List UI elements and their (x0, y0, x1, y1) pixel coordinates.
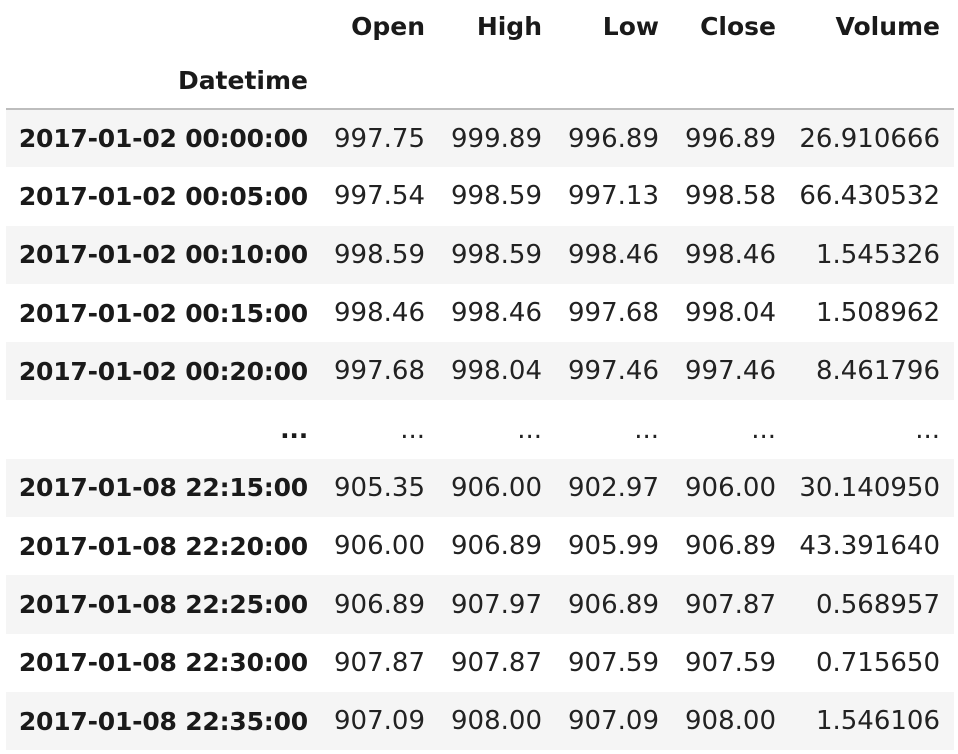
cell-volume: 30.140950 (799, 472, 940, 503)
cell-volume: 43.391640 (799, 531, 940, 562)
cell-volume: 1.546106 (815, 706, 940, 737)
index-name-header: Datetime (6, 52, 322, 110)
cell-low: 997.13 (568, 181, 659, 212)
column-header-low: Low (602, 11, 659, 41)
cell-volume: 26.910666 (799, 123, 940, 154)
cell-close: 906.00 (685, 472, 776, 503)
cell-low: 907.09 (568, 706, 659, 737)
cell-high: 907.87 (451, 647, 542, 678)
cell-open: 998.59 (334, 239, 425, 270)
row-index-datetime: 2017-01-02 00:05:00 (18, 181, 308, 211)
cell-close: 908.00 (685, 706, 776, 737)
cell-close: 998.58 (685, 181, 776, 212)
index-name-filler (790, 52, 954, 110)
cell-high: 998.04 (451, 356, 542, 387)
row-index-datetime: 2017-01-08 22:35:00 (18, 706, 308, 736)
cell-volume: 66.430532 (799, 181, 940, 212)
cell-high: 906.89 (451, 531, 542, 562)
cell-low: 998.46 (568, 239, 659, 270)
cell-close: 996.89 (685, 123, 776, 154)
row-index-ellipsis: ... (280, 415, 308, 445)
cell-volume: 1.545326 (815, 239, 940, 270)
table-row: 2017-01-08 22:30:00 907.87 907.87 907.59… (6, 633, 954, 692)
table-row: 2017-01-02 00:00:00 997.75 999.89 996.89… (6, 109, 954, 168)
row-index-datetime: 2017-01-02 00:20:00 (18, 356, 308, 386)
row-index-datetime: 2017-01-08 22:30:00 (18, 648, 308, 678)
cell-ellipsis: ... (517, 414, 542, 445)
cell-open: 905.35 (334, 472, 425, 503)
cell-low: 907.59 (568, 647, 659, 678)
row-index-datetime: 2017-01-08 22:15:00 (18, 473, 308, 503)
cell-ellipsis: ... (400, 414, 425, 445)
cell-low: 906.89 (568, 589, 659, 620)
cell-low: 997.68 (568, 298, 659, 329)
cell-open: 998.46 (334, 298, 425, 329)
cell-low: 996.89 (568, 123, 659, 154)
header-blank-cell (6, 0, 322, 52)
cell-high: 998.46 (451, 298, 542, 329)
cell-ellipsis: ... (915, 414, 940, 445)
cell-volume: 1.508962 (815, 298, 940, 329)
cell-volume: 0.715650 (815, 647, 940, 678)
cell-high: 999.89 (451, 123, 542, 154)
cell-open: 907.87 (334, 647, 425, 678)
column-header-close: Close (700, 11, 776, 41)
cell-low: 997.46 (568, 356, 659, 387)
table-row: 2017-01-02 00:20:00 997.68 998.04 997.46… (6, 342, 954, 401)
column-header-high: High (476, 11, 542, 41)
index-name-filler (322, 52, 439, 110)
cell-close: 907.59 (685, 647, 776, 678)
table-row: 2017-01-08 22:15:00 905.35 906.00 902.97… (6, 458, 954, 518)
cell-open: 997.75 (334, 123, 425, 154)
cell-low: 905.99 (568, 531, 659, 562)
cell-close: 997.46 (685, 356, 776, 387)
cell-high: 998.59 (451, 239, 542, 270)
index-name-row: Datetime (6, 52, 954, 110)
column-header-volume: Volume (835, 11, 940, 41)
row-index-datetime: 2017-01-02 00:15:00 (18, 298, 308, 328)
cell-close: 907.87 (685, 589, 776, 620)
cell-high: 908.00 (451, 706, 542, 737)
cell-open: 997.68 (334, 356, 425, 387)
row-index-datetime: 2017-01-08 22:20:00 (18, 531, 308, 561)
cell-open: 906.89 (334, 589, 425, 620)
cell-high: 998.59 (451, 181, 542, 212)
cell-open: 997.54 (334, 181, 425, 212)
cell-ellipsis: ... (634, 414, 659, 445)
table-row: 2017-01-02 00:10:00 998.59 998.59 998.46… (6, 225, 954, 284)
table-row: 2017-01-08 22:35:00 907.09 908.00 907.09… (6, 691, 954, 751)
cell-close: 906.89 (685, 531, 776, 562)
cell-low: 902.97 (568, 472, 659, 503)
cell-open: 906.00 (334, 531, 425, 562)
cell-close: 998.46 (685, 239, 776, 270)
cell-high: 906.00 (451, 472, 542, 503)
cell-high: 907.97 (451, 589, 542, 620)
table-row: 2017-01-08 22:25:00 906.89 907.97 906.89… (6, 575, 954, 634)
table-row: 2017-01-02 00:05:00 997.54 998.59 997.13… (6, 167, 954, 226)
cell-close: 998.04 (685, 298, 776, 329)
table-row-ellipsis: ... ... ... ... ... ... (6, 400, 954, 459)
dataframe-table: Open High Low Close Volume Datetime 2017… (6, 0, 954, 751)
cell-open: 907.09 (334, 706, 425, 737)
cell-volume: 8.461796 (815, 356, 940, 387)
row-index-datetime: 2017-01-02 00:10:00 (18, 240, 308, 270)
dataframe-output: Open High Low Close Volume Datetime 2017… (0, 0, 958, 754)
table-row: 2017-01-08 22:20:00 906.00 906.89 905.99… (6, 517, 954, 576)
index-name-filler (439, 52, 556, 110)
cell-ellipsis: ... (751, 414, 776, 445)
table-row: 2017-01-02 00:15:00 998.46 998.46 997.68… (6, 283, 954, 343)
index-name-filler (556, 52, 673, 110)
column-header-open: Open (351, 11, 425, 41)
row-index-datetime: 2017-01-02 00:00:00 (18, 124, 308, 154)
column-header-row: Open High Low Close Volume (6, 0, 954, 52)
row-index-datetime: 2017-01-08 22:25:00 (18, 590, 308, 620)
index-name-filler (673, 52, 790, 110)
cell-volume: 0.568957 (815, 589, 940, 620)
